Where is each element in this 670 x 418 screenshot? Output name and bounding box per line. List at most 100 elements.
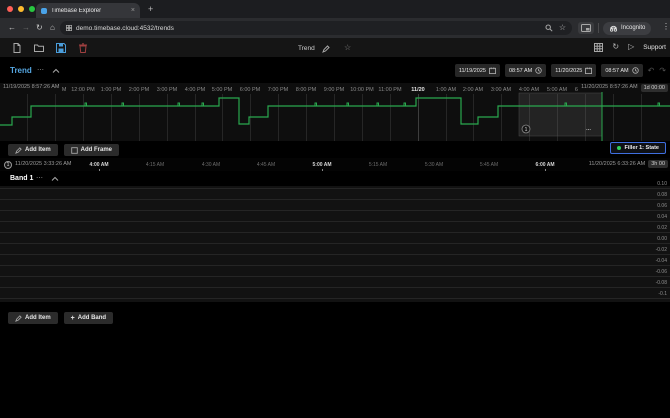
- search-icon[interactable]: [545, 24, 553, 32]
- legend-label: Filler 1: State: [624, 145, 659, 151]
- frame-duration-badge: 3h 00: [648, 160, 668, 168]
- trend-axis-label: 12:00 PM: [71, 87, 95, 93]
- trend-panel-title: Trend: [10, 66, 32, 75]
- band-actions-row: Add Item + Add Band: [0, 302, 670, 332]
- band-axis-label: 0.02: [657, 225, 667, 231]
- open-folder-icon[interactable]: [34, 43, 44, 53]
- calendar-icon[interactable]: [489, 67, 496, 74]
- refresh-icon[interactable]: ↻: [612, 42, 619, 52]
- band-gridline: [0, 265, 670, 266]
- favorite-star-icon[interactable]: ☆: [344, 43, 351, 52]
- window-close-button[interactable]: [7, 6, 13, 12]
- band-axis-label: 0.10: [657, 181, 667, 187]
- trend-axis-label: 2:00 PM: [129, 87, 150, 93]
- incognito-icon: [609, 25, 618, 32]
- trend-chart[interactable]: 11:00 AM12:00 PM1:00 PM2:00 PM3:00 PM4:0…: [0, 83, 670, 141]
- start-time-input[interactable]: 08:57 AM: [505, 64, 546, 77]
- band-chart[interactable]: 0.100.080.060.040.020.00-0.02-0.04-0.06-…: [0, 186, 670, 302]
- browser-tab[interactable]: Timebase Explorer ×: [36, 3, 140, 18]
- frame-axis-label: 4:15 AM: [146, 162, 164, 168]
- band-axis-label: 0.08: [657, 192, 667, 198]
- band-add-item-label: Add Item: [25, 315, 51, 321]
- band-axis-label: -0.02: [656, 247, 667, 253]
- add-item-label: Add Item: [25, 147, 51, 153]
- band-axis-label: 0.04: [657, 214, 667, 220]
- trend-axis-label: 10:00 PM: [350, 87, 374, 93]
- toolbar-divider: [598, 23, 599, 33]
- apps-grid-icon[interactable]: [594, 43, 603, 52]
- save-icon[interactable]: [56, 43, 66, 53]
- add-frame-button[interactable]: Add Frame: [64, 144, 119, 156]
- url-text: demo.timebase.cloud:4532/trends: [76, 25, 541, 32]
- tab-search-button[interactable]: [578, 22, 594, 34]
- tab-title: Timebase Explorer: [51, 8, 127, 14]
- band-menu-icon[interactable]: ⋯: [36, 174, 43, 182]
- start-date-input[interactable]: 11/19/2025: [455, 64, 500, 77]
- delete-icon[interactable]: [78, 43, 88, 53]
- frame-axis-label: 5:00 AM: [313, 162, 332, 168]
- app-toolbar: Trend ☆ ↻ ▷ Support: [0, 38, 670, 58]
- trend-axis-label: 3:00 AM: [491, 87, 512, 93]
- frame-axis-label: 5:30 AM: [425, 162, 443, 168]
- home-icon[interactable]: ⌂: [50, 22, 55, 34]
- forward-icon[interactable]: →: [22, 22, 30, 34]
- window-zoom-button[interactable]: [29, 6, 35, 12]
- frame-timeline[interactable]: 1 11/20/2025 3:33:26 AM 11/20/2025 6:33:…: [0, 158, 670, 171]
- site-info-icon[interactable]: [66, 25, 72, 31]
- trend-chart-canvas[interactable]: 11:00 AM12:00 PM1:00 PM2:00 PM3:00 PM4:0…: [0, 83, 670, 141]
- support-link[interactable]: Support: [643, 44, 666, 51]
- trend-axis-label: 9:00 PM: [324, 87, 345, 93]
- end-date-input[interactable]: 11/20/2025: [551, 64, 596, 77]
- undo-icon[interactable]: ↶: [648, 66, 655, 76]
- band-gridline: [0, 221, 670, 222]
- trend-axis-label: 6:00 PM: [240, 87, 261, 93]
- incognito-label: Incognito: [621, 25, 645, 31]
- band-add-item-button[interactable]: Add Item: [8, 312, 58, 324]
- add-item-button[interactable]: Add Item: [8, 144, 58, 156]
- play-icon[interactable]: ▷: [628, 42, 634, 52]
- back-icon[interactable]: ←: [8, 22, 16, 34]
- end-time-input[interactable]: 08:57 AM: [601, 64, 642, 77]
- frame-axis-label: 5:45 AM: [480, 162, 498, 168]
- document-title: Trend: [298, 45, 315, 52]
- band-panel-title: Band 1: [10, 175, 33, 182]
- new-file-icon[interactable]: [12, 43, 22, 53]
- chart-start-datetime: 11/19/2025 8:57:26 AM: [0, 83, 62, 92]
- frame-start-datetime: 11/20/2025 3:33:26 AM: [15, 161, 71, 167]
- pen-icon: [15, 315, 22, 322]
- clock-icon[interactable]: [535, 67, 542, 74]
- edit-icon[interactable]: [322, 45, 330, 53]
- trend-axis-label: 5:00 PM: [212, 87, 233, 93]
- selection-more-icon[interactable]: ...: [586, 126, 591, 132]
- calendar-icon[interactable]: [585, 67, 592, 74]
- url-bar[interactable]: demo.timebase.cloud:4532/trends ☆: [60, 21, 572, 35]
- band-gridline: [0, 210, 670, 211]
- window-controls: [7, 6, 35, 12]
- band-gridline: [0, 243, 670, 244]
- clock-icon[interactable]: [632, 67, 639, 74]
- band-gridline: [0, 254, 670, 255]
- new-tab-button[interactable]: +: [148, 4, 153, 14]
- tab-strip: Timebase Explorer × +: [0, 0, 670, 18]
- collapse-chevron-icon[interactable]: [52, 68, 60, 74]
- reload-icon[interactable]: ↻: [36, 22, 43, 34]
- trend-menu-icon[interactable]: ⋯: [37, 66, 44, 74]
- band-gridline: [0, 199, 670, 200]
- legend-chip[interactable]: Filler 1: State: [610, 142, 666, 154]
- window-minimize-button[interactable]: [18, 6, 24, 12]
- redo-icon[interactable]: ↷: [659, 66, 666, 76]
- trend-axis-label: 8:00 PM: [296, 87, 317, 93]
- bookmark-star-icon[interactable]: ☆: [559, 24, 566, 32]
- browser-menu-icon[interactable]: ⋮: [662, 22, 670, 31]
- incognito-badge: Incognito: [603, 22, 651, 35]
- frame-number-badge: 1: [4, 161, 12, 169]
- trend-panel-header: Trend ⋯ 11/19/2025 08:57 AM: [0, 58, 670, 83]
- chart-end-group: 11/20/2025 8:57:26 AM 1d 00:00: [578, 83, 670, 92]
- trend-axis-label: 4:00 PM: [185, 87, 206, 93]
- band-collapse-chevron-icon[interactable]: [51, 176, 59, 182]
- add-band-button[interactable]: + Add Band: [64, 312, 113, 324]
- trend-axis-label: 3:00 PM: [157, 87, 178, 93]
- legend-color-dot: [617, 146, 621, 150]
- tab-close-icon[interactable]: ×: [131, 8, 135, 14]
- band-axis-label: -0.04: [656, 258, 667, 264]
